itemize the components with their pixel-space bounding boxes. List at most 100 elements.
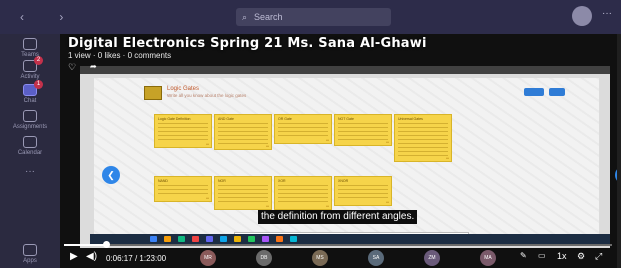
note-more-icon: ••• (265, 204, 269, 208)
chevron-left-icon: ❮ (102, 166, 120, 184)
calendar-icon (23, 136, 37, 148)
apps-icon (23, 244, 37, 256)
sticky-note: Universal Gates ••• (394, 114, 452, 162)
sticky-note-title: XOR (278, 179, 286, 183)
sticky-note: Logic Gate Definition ••• (154, 114, 212, 148)
note-more-icon: ••• (385, 140, 389, 144)
assignments-icon (23, 110, 37, 122)
participant-avatar[interactable]: MA (480, 250, 496, 266)
sidebar-item-activity[interactable]: 2 Activity (0, 56, 60, 80)
sticky-note-text (158, 123, 208, 143)
participant-avatar[interactable]: MS (312, 250, 328, 266)
subtitle-caption: the definition from different angles. (258, 210, 418, 224)
note-more-icon: ••• (325, 204, 329, 208)
sticky-note-title: NAND (158, 179, 168, 183)
recording-taskbar (90, 234, 610, 244)
sidebar-item-calendar[interactable]: Calendar (0, 136, 60, 156)
sticky-note: AND Gate ••• (214, 114, 272, 150)
progress-bar[interactable] (64, 241, 612, 248)
time-display: 0:06:17 / 1:23:00 (106, 254, 166, 263)
sticky-note: OR Gate ••• (274, 114, 332, 144)
sticky-note-text (218, 185, 268, 205)
current-time: 0:06:17 (106, 254, 133, 263)
sidebar-item-assignments[interactable]: Assignments (0, 110, 60, 130)
gear-icon[interactable]: ⚙ (577, 251, 585, 262)
sticky-note: NOT Gate ••• (334, 114, 392, 146)
nav-arrows[interactable]: ‹ › (20, 10, 79, 24)
padlet-new-button (549, 88, 565, 96)
note-more-icon: ••• (445, 156, 449, 160)
sticky-note-title: Logic Gate Definition (158, 117, 191, 121)
sticky-note-title: OR Gate (278, 117, 292, 121)
sticky-note-text (278, 185, 328, 205)
more-options-icon[interactable]: ··· (602, 8, 612, 19)
activity-badge: 2 (34, 56, 43, 65)
progress-handle[interactable] (102, 241, 110, 248)
search-icon: ⌕ (242, 12, 248, 22)
sidebar-item-chat[interactable]: 1 Chat (0, 80, 60, 104)
sticky-note-text (398, 123, 448, 157)
participant-avatar[interactable]: DB (256, 250, 272, 266)
progress-fill (64, 244, 106, 246)
sticky-note: NOR ••• (214, 176, 272, 210)
captions-icon[interactable]: ✎ (520, 251, 527, 260)
padlet-share-button (524, 88, 544, 96)
teams-icon (23, 38, 37, 50)
note-more-icon: ••• (325, 138, 329, 142)
sidebar-item-label: Calendar (17, 150, 43, 156)
sticky-note-title: Universal Gates (398, 117, 423, 121)
playback-speed[interactable]: 1x (557, 251, 567, 261)
more-icon: ··· (25, 166, 35, 177)
sticky-note-text (338, 123, 388, 141)
participant-avatar[interactable]: MR (200, 250, 216, 266)
search-input[interactable]: ⌕ Search (236, 8, 391, 26)
sticky-note: XOR ••• (274, 176, 332, 210)
note-more-icon: ••• (205, 142, 209, 146)
taskbar-app-icon (220, 236, 227, 242)
video-player[interactable]: Logic Gates Write all you know about the… (60, 34, 617, 268)
taskbar-app-icon (290, 236, 297, 242)
padlet-logo-icon (144, 86, 162, 100)
time-separator: / (134, 254, 138, 263)
play-icon[interactable]: ▶ (70, 251, 78, 262)
sticky-note-title: XNOR (338, 179, 349, 183)
sticky-note-text (218, 123, 268, 145)
participant-avatar[interactable]: ZM (424, 250, 440, 266)
taskbar-app-icon (206, 236, 213, 242)
volume-icon[interactable]: ◀) (86, 251, 97, 262)
note-more-icon: ••• (385, 200, 389, 204)
sidebar-item-teams[interactable]: Teams (0, 38, 60, 58)
sidebar-item-apps[interactable]: Apps (0, 244, 60, 264)
sticky-note: XNOR ••• (334, 176, 392, 206)
sticky-note-text (278, 123, 328, 139)
user-avatar[interactable] (572, 6, 592, 26)
participant-avatar[interactable]: SA (368, 250, 384, 266)
like-icon[interactable]: ♡ (68, 62, 76, 73)
sticky-note-text (158, 185, 208, 197)
duration: 1:23:00 (139, 254, 167, 263)
sidebar-item-more[interactable]: ··· (0, 166, 60, 177)
share-icon[interactable]: ➦ (90, 62, 97, 71)
chat-panel-icon[interactable]: ▭ (538, 251, 546, 260)
sticky-note-title: AND Gate (218, 117, 234, 121)
sticky-note-title: NOT Gate (338, 117, 354, 121)
video-stats: 1 view · 0 likes · 0 comments (68, 51, 172, 60)
taskbar-app-icon (276, 236, 283, 242)
padlet-title: Logic Gates (167, 86, 200, 92)
fullscreen-icon[interactable]: ⤢ (595, 251, 602, 262)
note-more-icon: ••• (205, 196, 209, 200)
video-title: Digital Electronics Spring 21 Ms. Sana A… (68, 36, 427, 51)
taskbar-app-icon (178, 236, 185, 242)
app-sidebar: Teams 2 Activity 1 Chat Assignments Cale… (0, 34, 60, 268)
sticky-note-text (338, 185, 388, 201)
sidebar-item-label: Chat (23, 98, 37, 104)
taskbar-app-icon (164, 236, 171, 242)
recording-browser-bar (80, 66, 610, 74)
sidebar-item-label: Apps (23, 258, 37, 264)
padlet-subtitle: Write all you know about the logic gates (167, 93, 247, 98)
taskbar-app-icon (262, 236, 269, 242)
taskbar-app-icon (234, 236, 241, 242)
chat-badge: 1 (34, 80, 43, 89)
chevron-right-icon: ❯ (615, 166, 617, 184)
search-placeholder: Search (254, 12, 283, 22)
